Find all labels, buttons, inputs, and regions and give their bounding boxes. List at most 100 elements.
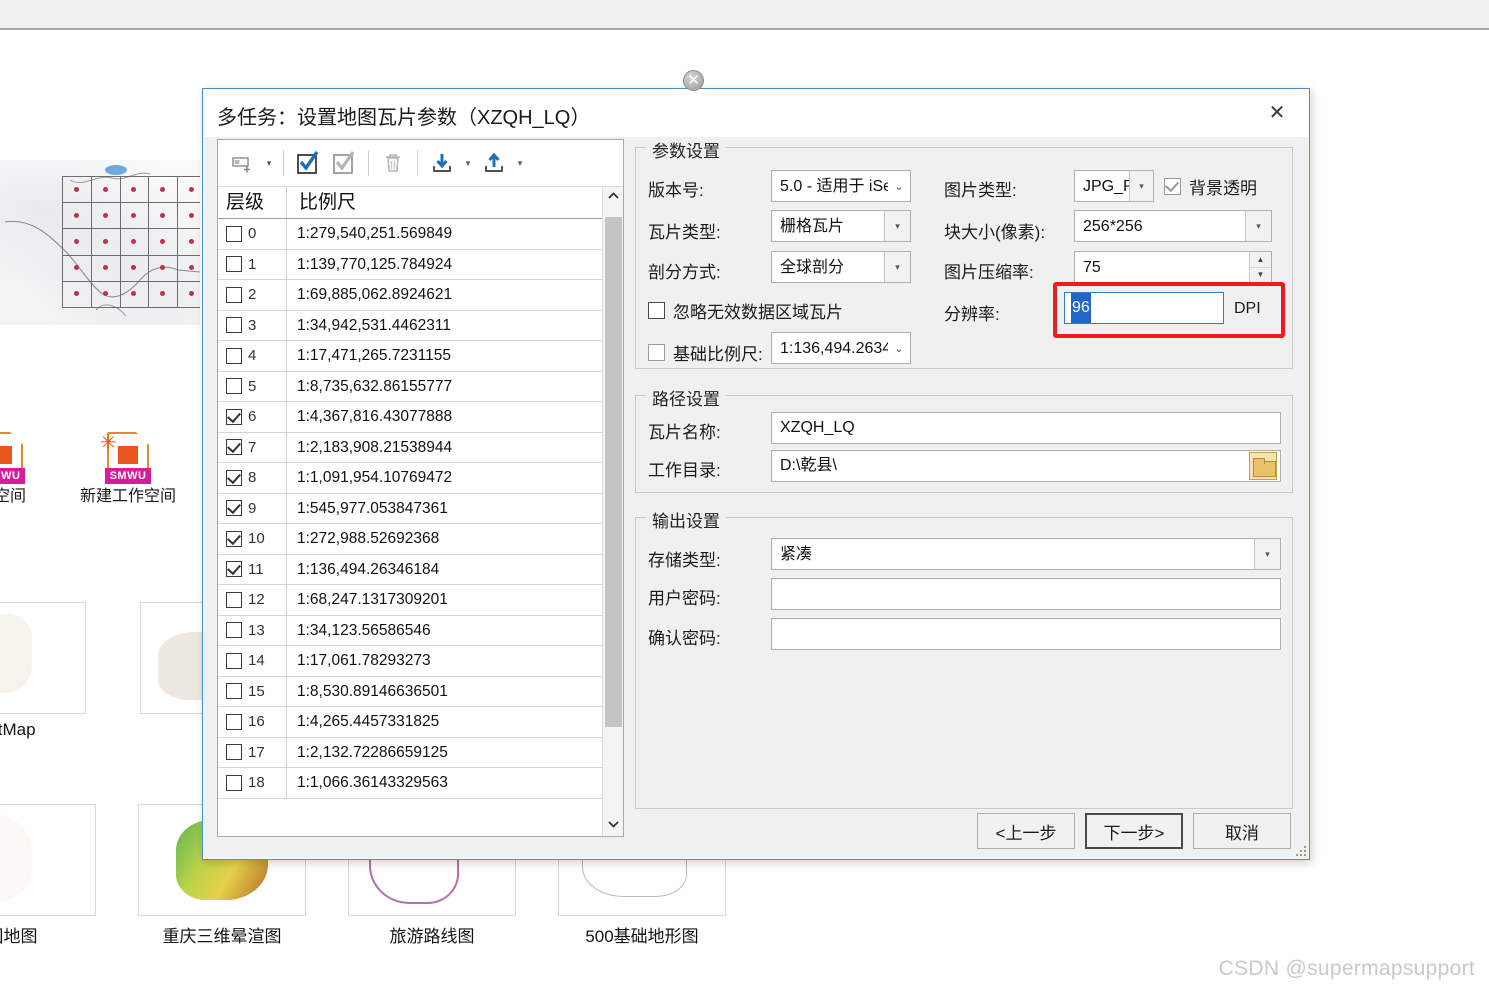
- table-row[interactable]: 14 1:17,061.78293273: [218, 646, 623, 677]
- delete-icon[interactable]: [376, 146, 410, 180]
- row-checkbox[interactable]: [226, 530, 242, 547]
- chevron-down-icon[interactable]: ▾: [884, 252, 910, 282]
- chevron-down-icon[interactable]: ▾: [1245, 211, 1271, 241]
- import-caret-icon[interactable]: ▾: [461, 158, 475, 169]
- storage-type-dropdown[interactable]: 紧凑 ▾: [771, 538, 1281, 570]
- scale-value: 1:8,735,632.86155777: [286, 371, 623, 401]
- level-cell: 12: [218, 591, 286, 608]
- row-checkbox[interactable]: [226, 622, 242, 639]
- next-step-button[interactable]: 下一步>: [1085, 813, 1183, 849]
- row-checkbox[interactable]: [226, 744, 242, 761]
- previous-step-button[interactable]: <上一步: [977, 813, 1075, 849]
- spinner-buttons[interactable]: ▲ ▼: [1249, 252, 1271, 282]
- image-type-dropdown[interactable]: JPG_PN ▾: [1074, 170, 1154, 202]
- close-icon[interactable]: ✕: [1253, 97, 1301, 129]
- row-checkbox[interactable]: [226, 561, 242, 578]
- thumb-label: 500基础地形图: [585, 927, 699, 946]
- list-header: 层级 比例尺: [218, 187, 623, 219]
- cancel-button[interactable]: 取消: [1193, 813, 1291, 849]
- row-checkbox[interactable]: [226, 225, 242, 242]
- table-row[interactable]: 13 1:34,123.56586546: [218, 615, 623, 646]
- compression-spinner[interactable]: 75 ▲ ▼: [1074, 251, 1272, 283]
- row-checkbox[interactable]: [226, 591, 242, 608]
- table-row[interactable]: 3 1:34,942,531.4462311: [218, 310, 623, 341]
- floating-close-icon[interactable]: ✕: [683, 70, 704, 91]
- table-row[interactable]: 7 1:2,183,908.21538944: [218, 432, 623, 463]
- confirm-password-input[interactable]: [771, 618, 1281, 650]
- chevron-down-icon[interactable]: ▾: [1254, 539, 1280, 569]
- scroll-down-icon[interactable]: [603, 815, 624, 836]
- split-mode-value: 全球剖分: [780, 259, 845, 276]
- table-row[interactable]: 18 1:1,066.36143329563: [218, 768, 623, 799]
- base-scale-checkbox[interactable]: 基础比例尺:: [648, 340, 763, 365]
- spinner-down-icon[interactable]: ▼: [1250, 268, 1271, 283]
- row-checkbox[interactable]: [226, 713, 242, 730]
- table-row[interactable]: 10 1:272,988.52692368: [218, 524, 623, 555]
- row-checkbox[interactable]: [226, 469, 242, 486]
- tile-name-input[interactable]: XZQH_LQ: [771, 412, 1281, 444]
- row-checkbox[interactable]: [226, 347, 242, 364]
- add-layer-caret-icon[interactable]: ▾: [262, 158, 276, 169]
- table-row[interactable]: 2 1:69,885,062.8924621: [218, 280, 623, 311]
- folder-open-icon[interactable]: [1249, 452, 1277, 480]
- resolution-input[interactable]: 96: [1064, 292, 1224, 324]
- list-rows-container: 0 1:279,540,251.569849 1 1:139,770,125.7849…: [218, 219, 623, 799]
- import-icon[interactable]: [425, 146, 459, 180]
- scale-value: 1:34,942,531.4462311: [286, 310, 623, 340]
- chevron-down-icon[interactable]: ⌄: [888, 333, 910, 363]
- table-row[interactable]: 0 1:279,540,251.569849: [218, 219, 623, 250]
- block-size-dropdown[interactable]: 256*256 ▾: [1074, 210, 1272, 242]
- table-row[interactable]: 4 1:17,471,265.7231155: [218, 341, 623, 372]
- row-checkbox[interactable]: [226, 500, 242, 517]
- desktop-icon-workspace-1[interactable]: ✳ SMWU 作空间: [0, 430, 62, 506]
- user-password-input[interactable]: [771, 578, 1281, 610]
- chevron-down-icon[interactable]: ⌄: [888, 171, 910, 201]
- desktop-icon-label: 作空间: [0, 488, 26, 505]
- row-checkbox[interactable]: [226, 652, 242, 669]
- table-row[interactable]: 1 1:139,770,125.784924: [218, 249, 623, 280]
- split-mode-dropdown[interactable]: 全球剖分 ▾: [771, 251, 911, 283]
- table-row[interactable]: 17 1:2,132.72286659125: [218, 737, 623, 768]
- scroll-up-icon[interactable]: [603, 187, 624, 208]
- spinner-up-icon[interactable]: ▲: [1250, 252, 1271, 268]
- table-row[interactable]: 8 1:1,091,954.10769472: [218, 463, 623, 494]
- background-transparent-checkbox[interactable]: 背景透明: [1164, 174, 1257, 199]
- export-icon[interactable]: [477, 146, 511, 180]
- scrollbar-thumb[interactable]: [605, 217, 622, 727]
- table-row[interactable]: 12 1:68,247.1317309201: [218, 585, 623, 616]
- work-directory-input[interactable]: D:\乾县\: [771, 450, 1281, 482]
- table-row[interactable]: 15 1:8,530.89146636501: [218, 676, 623, 707]
- map-thumb-openstreetmap[interactable]: treetMap: [0, 602, 86, 740]
- select-all-icon[interactable]: [291, 146, 325, 180]
- deselect-all-icon[interactable]: [327, 146, 361, 180]
- chevron-down-icon[interactable]: ▾: [884, 211, 910, 241]
- scale-value: 1:4,367,816.43077888: [286, 402, 623, 432]
- table-row[interactable]: 16 1:4,265.4457331825: [218, 707, 623, 738]
- row-checkbox[interactable]: [226, 408, 242, 425]
- row-checkbox[interactable]: [226, 378, 242, 395]
- version-dropdown[interactable]: 5.0 - 适用于 iSe ⌄: [771, 170, 911, 202]
- tile-type-dropdown[interactable]: 栅格瓦片 ▾: [771, 210, 911, 242]
- smwu-file-icon: ✳ SMWU: [0, 430, 62, 484]
- table-row[interactable]: 6 1:4,367,816.43077888: [218, 402, 623, 433]
- resize-grip-icon[interactable]: [1294, 844, 1306, 856]
- level-cell: 8: [218, 469, 286, 486]
- row-checkbox[interactable]: [226, 774, 242, 791]
- chevron-down-icon[interactable]: ▾: [1129, 171, 1153, 201]
- export-caret-icon[interactable]: ▾: [513, 158, 527, 169]
- table-row[interactable]: 5 1:8,735,632.86155777: [218, 371, 623, 402]
- ignore-invalid-tiles-checkbox[interactable]: 忽略无效数据区域瓦片: [648, 298, 843, 323]
- base-scale-dropdown[interactable]: 1:136,494.26346 ⌄: [771, 332, 911, 364]
- table-row[interactable]: 9 1:545,977.053847361: [218, 493, 623, 524]
- resolution-value: 96: [1071, 293, 1091, 323]
- add-layer-icon[interactable]: [226, 146, 260, 180]
- list-scrollbar[interactable]: [602, 187, 623, 836]
- row-checkbox[interactable]: [226, 317, 242, 334]
- table-row[interactable]: 11 1:136,494.26346184: [218, 554, 623, 585]
- row-checkbox[interactable]: [226, 286, 242, 303]
- desktop-icon-workspace-2[interactable]: ✳ SMWU 新建工作空间: [68, 430, 188, 506]
- row-checkbox[interactable]: [226, 439, 242, 456]
- row-checkbox[interactable]: [226, 683, 242, 700]
- map-thumb-china[interactable]: 国地图: [0, 804, 96, 947]
- row-checkbox[interactable]: [226, 256, 242, 273]
